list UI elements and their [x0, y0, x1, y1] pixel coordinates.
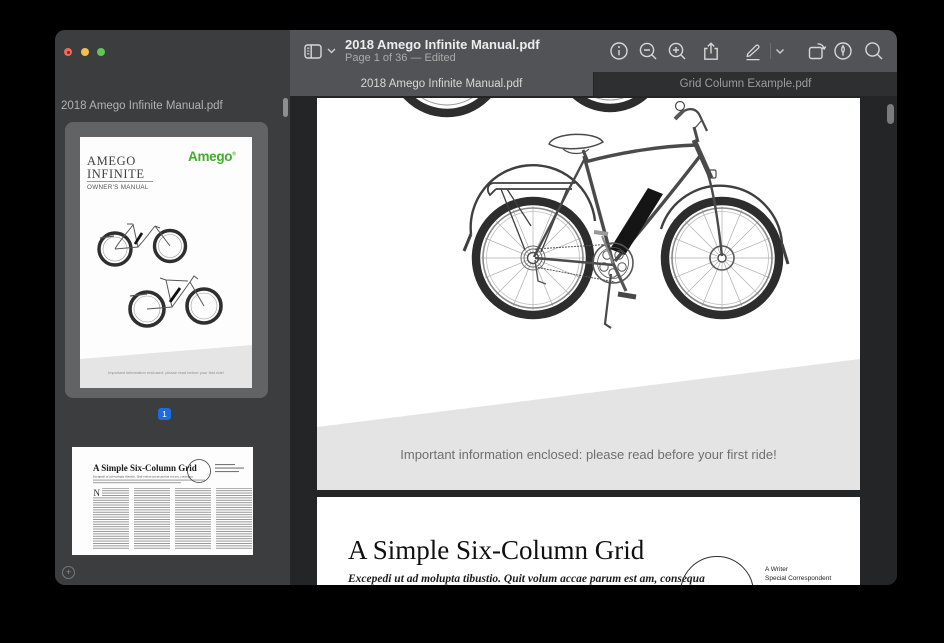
pdf-page-1: Important information enclosed: please r…: [317, 98, 860, 490]
cover-bike-illustrations: [90, 201, 240, 336]
preview-window: 2018 Amego Infinite Manual.pdf AMEGO INF…: [55, 30, 897, 585]
sidebar-toggle-icon[interactable]: [302, 40, 324, 62]
main-panel: 2018 Amego Infinite Manual.pdf Page 1 of…: [290, 30, 897, 585]
document-title: 2018 Amego Infinite Manual.pdf: [345, 37, 540, 52]
tab-amego-manual[interactable]: 2018 Amego Infinite Manual.pdf: [290, 72, 593, 96]
tab-bar: 2018 Amego Infinite Manual.pdf Grid Colu…: [290, 72, 897, 96]
author-photo-circle: [680, 556, 754, 585]
grid-thumb-heading: A Simple Six-Column Grid: [93, 463, 197, 473]
bike-illustration: [317, 98, 860, 490]
byline-name: A Writer: [765, 566, 788, 573]
tab-grid-column-example[interactable]: Grid Column Example.pdf: [593, 72, 897, 96]
sidebar-document-title: 2018 Amego Infinite Manual.pdf: [61, 100, 278, 112]
amego-logo: Amego®: [188, 149, 236, 164]
grid-thumb-dropcap: N: [94, 488, 101, 498]
toolbar-separator: [770, 43, 771, 59]
grid-thumb-lede: Excepedi ut ad molupta tibustio. Quit vo…: [92, 475, 193, 480]
markup-dropdown-icon[interactable]: [774, 40, 786, 62]
page-thumbnail-2[interactable]: A Simple Six-Column Grid Excepedi ut ad …: [72, 447, 253, 555]
thumbnail-sidebar: 2018 Amego Infinite Manual.pdf AMEGO INF…: [55, 30, 290, 585]
zoom-out-icon[interactable]: [637, 40, 659, 62]
zoom-button[interactable]: [97, 48, 105, 56]
close-button[interactable]: [64, 48, 72, 56]
article-lede: Excepedi ut ad molupta tibustio. Quit vo…: [348, 573, 705, 585]
toolbar: 2018 Amego Infinite Manual.pdf Page 1 of…: [290, 30, 897, 72]
cover-subtitle: OWNER'S MANUAL: [87, 184, 149, 191]
document-view: Important information enclosed: please r…: [290, 96, 897, 585]
cover-banner-wedge: Important information enclosed: please r…: [80, 338, 252, 388]
cover-rule: [87, 181, 153, 182]
search-icon[interactable]: [863, 40, 885, 62]
cover-banner-text: Important information enclosed: please r…: [108, 370, 224, 375]
edited-dot: [67, 51, 70, 54]
fill-sign-icon[interactable]: [832, 40, 854, 62]
ebike-battery: [610, 188, 663, 255]
grid-thumb-graphic: A Simple Six-Column Grid Excepedi ut ad …: [72, 447, 253, 555]
add-page-button[interactable]: +: [62, 566, 75, 579]
page-thumbnail-1[interactable]: AMEGO INFINITE OWNER'S MANUAL Amego®: [80, 137, 252, 388]
banner-wedge: [317, 359, 860, 490]
minimize-button[interactable]: [81, 48, 89, 56]
document-status: Page 1 of 36 — Edited: [345, 52, 540, 65]
cover-brand-title: AMEGO INFINITE: [87, 155, 145, 181]
content-scrollbar[interactable]: [887, 104, 894, 124]
pdf-page-2: A Simple Six-Column Grid Excepedi ut ad …: [317, 497, 860, 585]
share-icon[interactable]: [700, 40, 722, 62]
page-number-badge: 1: [158, 408, 171, 420]
traffic-lights: [64, 48, 105, 56]
markup-icon[interactable]: [742, 40, 764, 62]
sidebar-toggle-dropdown-icon[interactable]: [326, 47, 337, 55]
article-heading: A Simple Six-Column Grid: [348, 535, 644, 566]
byline-role: Special Correspondent: [765, 575, 831, 582]
info-icon[interactable]: [608, 40, 630, 62]
zoom-in-icon[interactable]: [666, 40, 688, 62]
page1-banner-text: Important information enclosed: please r…: [317, 447, 860, 462]
rotate-left-icon[interactable]: [806, 40, 828, 62]
sidebar-scrollbar[interactable]: [283, 98, 288, 117]
window-title-block: 2018 Amego Infinite Manual.pdf Page 1 of…: [345, 37, 540, 65]
